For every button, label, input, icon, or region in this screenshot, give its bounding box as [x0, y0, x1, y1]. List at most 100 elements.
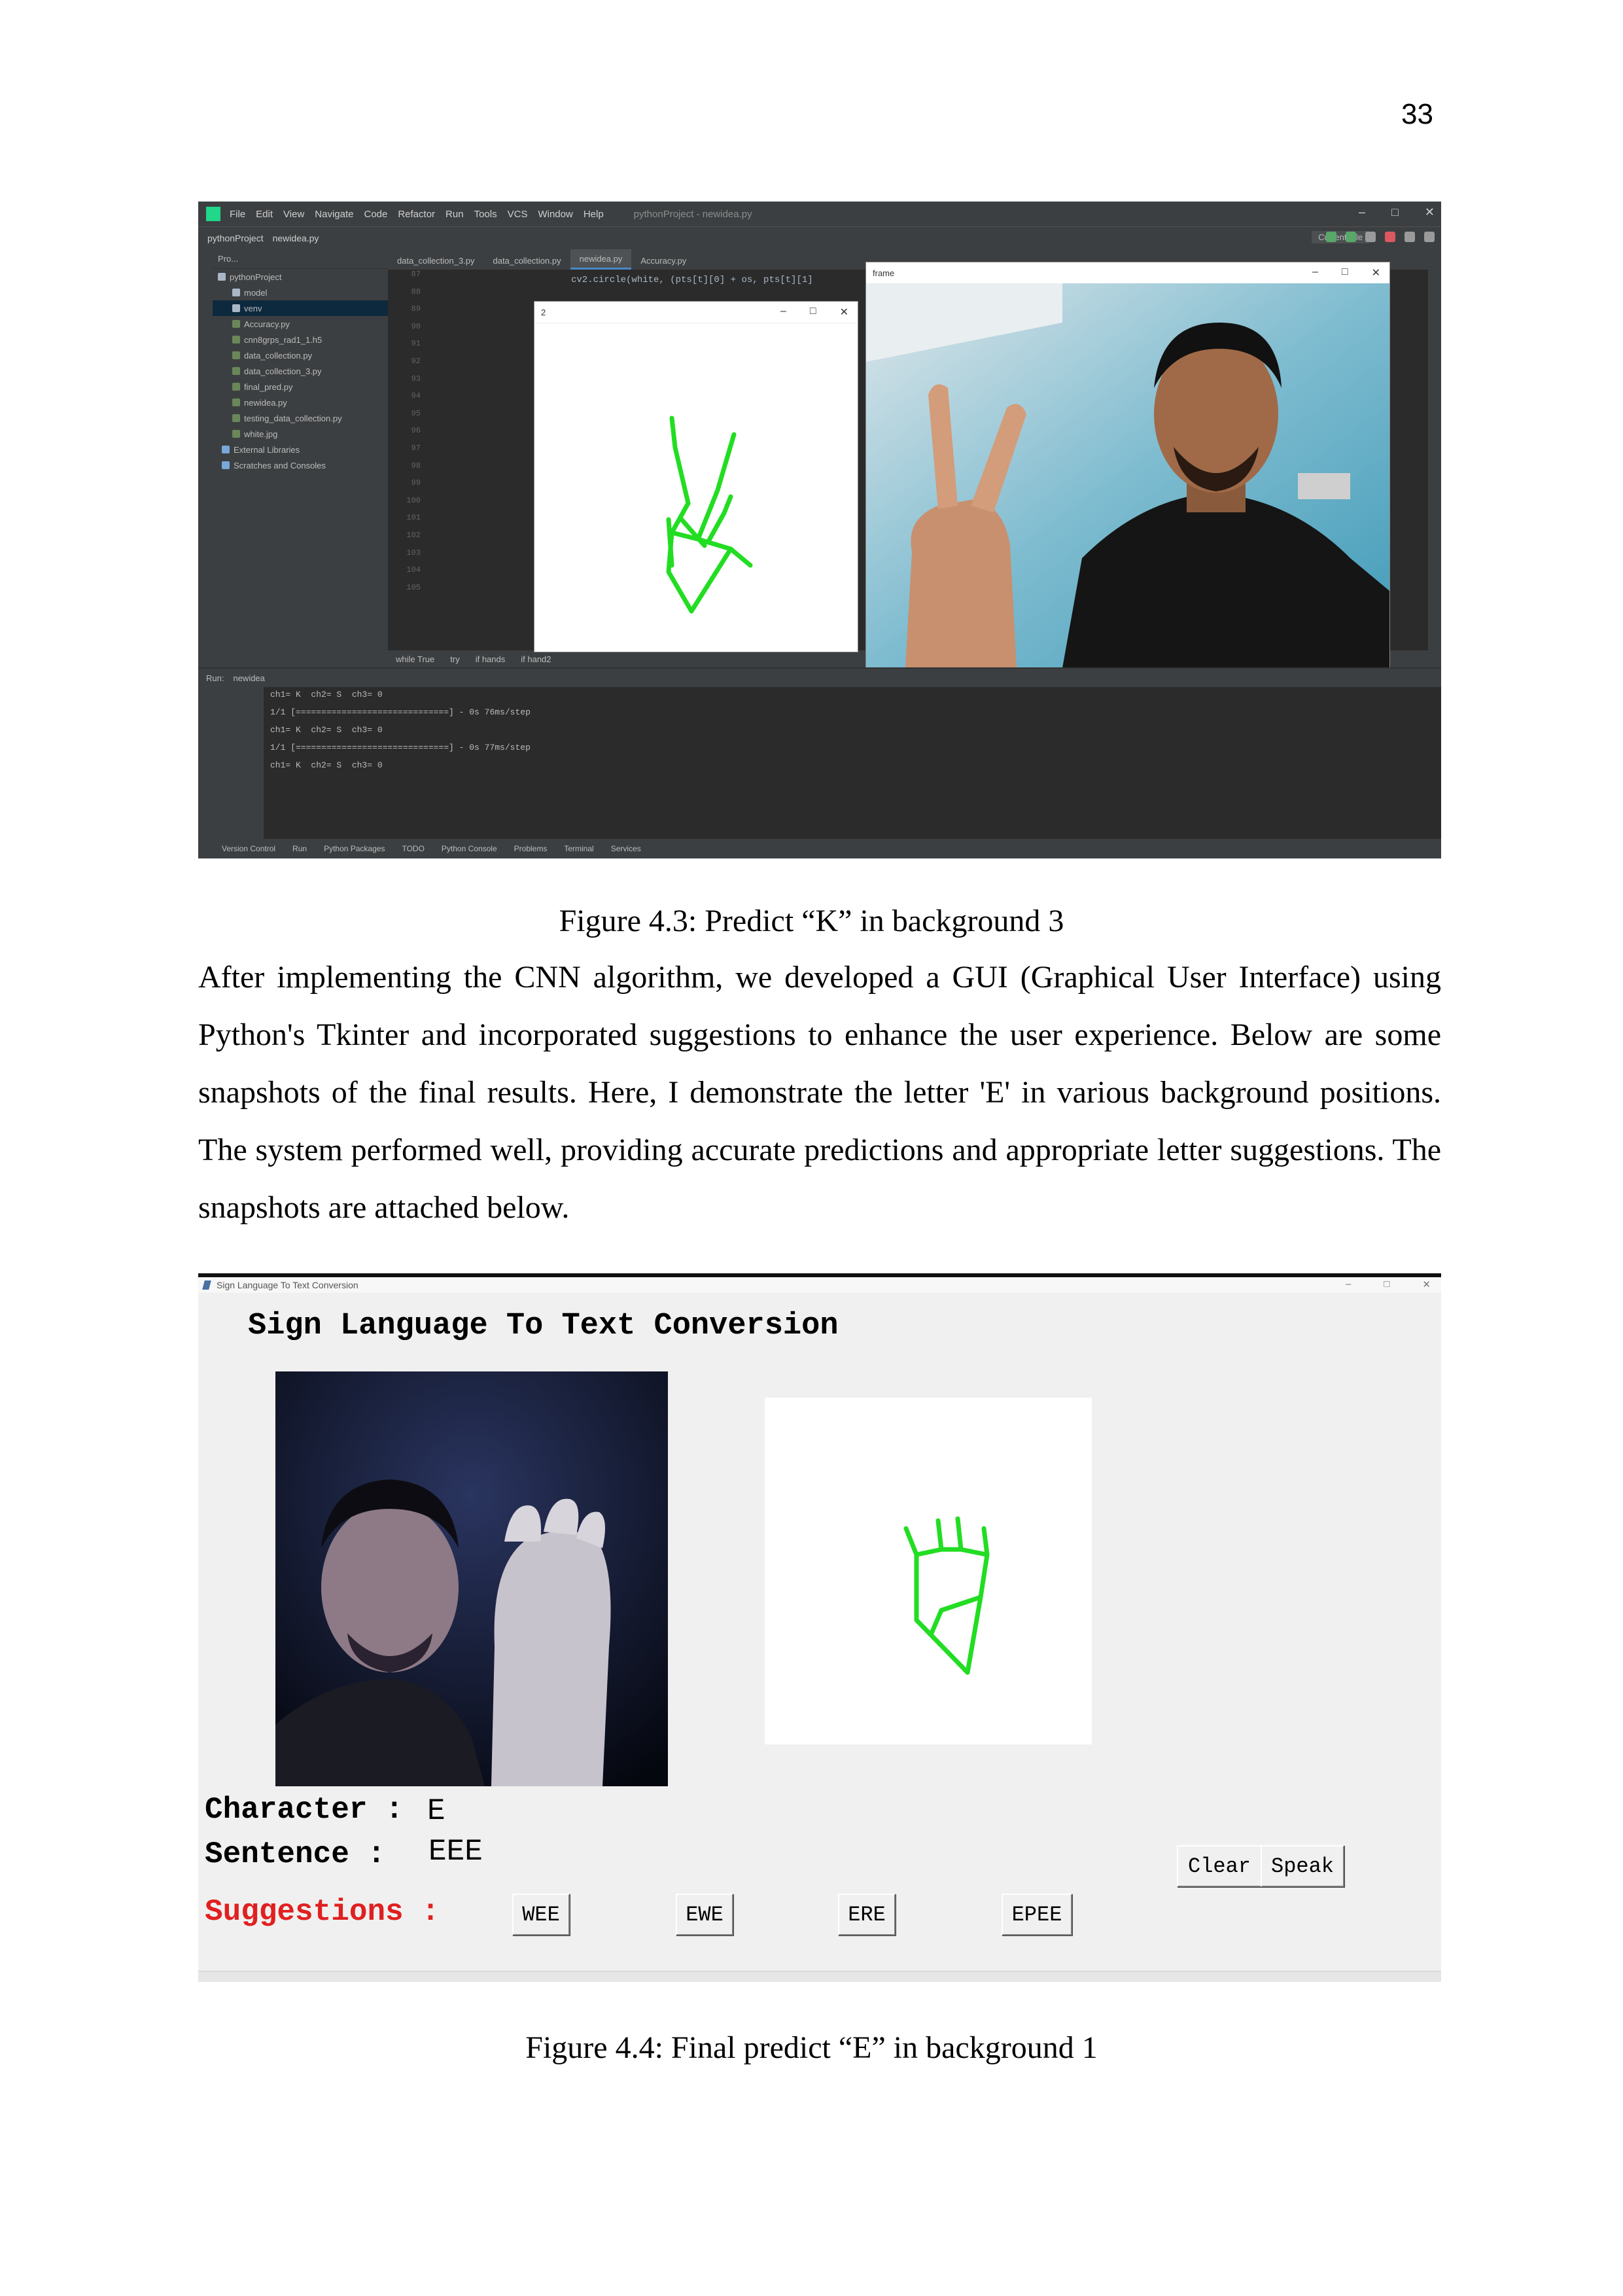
bottom-tool-tab[interactable]: TODO — [402, 844, 424, 853]
editor-tab[interactable]: newidea.py — [570, 249, 632, 270]
bottom-tool-tab[interactable]: Services — [611, 844, 641, 853]
menu-refactor[interactable]: Refactor — [398, 209, 435, 220]
python-file-icon — [232, 336, 240, 344]
project-tree: pythonProject model venv Accuracy.py cnn8grp… — [213, 269, 388, 473]
bottom-tool-tab[interactable]: Python Console — [442, 844, 497, 853]
editor-breadcrumb-item[interactable]: while True — [396, 654, 434, 664]
bottom-tool-tab[interactable]: Run — [292, 844, 307, 853]
run-output-line: ch1= K ch2= S ch3= 0 — [270, 725, 383, 735]
maximize-icon[interactable]: □ — [1391, 205, 1399, 219]
menu-vcs[interactable]: VCS — [508, 209, 528, 220]
editor-breadcrumb-item[interactable]: try — [450, 654, 459, 664]
menu-navigate[interactable]: Navigate — [315, 209, 353, 220]
python-file-icon — [232, 398, 240, 406]
code-line[interactable]: cv2.circle(white, (pts[t][0] + os, pts[t… — [571, 275, 813, 285]
python-file-icon — [232, 320, 240, 328]
maximize-icon[interactable]: □ — [1384, 1279, 1389, 1290]
stop-icon[interactable] — [1385, 232, 1395, 242]
menu-help[interactable]: Help — [584, 209, 604, 220]
bottom-tool-tab[interactable]: Version Control — [222, 844, 275, 853]
close-icon[interactable]: ✕ — [1425, 205, 1435, 219]
tree-item[interactable]: testing_data_collection.py — [213, 410, 388, 426]
menu-edit[interactable]: Edit — [256, 209, 273, 220]
breadcrumb-project[interactable]: pythonProject — [207, 233, 264, 243]
tree-item[interactable]: white.jpg — [213, 426, 388, 442]
project-panel-title[interactable]: Pro... — [218, 254, 238, 264]
maximize-icon[interactable]: □ — [810, 306, 816, 319]
bottom-tool-tab[interactable]: Python Packages — [324, 844, 385, 853]
tree-item[interactable]: venv — [213, 300, 388, 316]
menu-view[interactable]: View — [283, 209, 304, 220]
gui-bottom-bar — [198, 1971, 1441, 1982]
tree-item-label: data_collection.py — [244, 350, 313, 361]
tree-item-label: External Libraries — [234, 444, 300, 455]
tree-item[interactable]: Scratches and Consoles — [213, 457, 388, 473]
figure-4-4-caption: Figure 4.4: Final predict “E” in backgro… — [525, 2030, 1098, 2065]
run-tab-newidea[interactable]: newidea — [233, 673, 264, 683]
editor-tab[interactable]: data_collection.py — [484, 251, 570, 270]
menu-file[interactable]: File — [230, 209, 245, 220]
run-output-line: 1/1 [==============================] - 0… — [270, 743, 531, 752]
hand-skeleton-window: 2 – □ ✕ — [534, 301, 858, 652]
frame-window-title: frame — [873, 268, 895, 278]
line-number: 103 — [406, 548, 421, 557]
skeleton-bone — [689, 546, 753, 614]
suggestion-button-2[interactable]: EWE — [676, 1894, 733, 1935]
suggestion-button-4[interactable]: EPEE — [1002, 1894, 1072, 1935]
suggestion-button-1[interactable]: WEE — [512, 1894, 570, 1935]
close-icon[interactable]: ✕ — [1372, 266, 1380, 279]
tree-item[interactable]: pythonProject — [213, 269, 388, 285]
gui-window-title: Sign Language To Text Conversion — [217, 1280, 358, 1290]
editor-tab[interactable]: data_collection_3.py — [388, 251, 484, 270]
tree-item[interactable]: data_collection_3.py — [213, 363, 388, 379]
run-output-line: 1/1 [==============================] - 0… — [270, 707, 531, 717]
search-icon[interactable] — [1405, 232, 1415, 242]
tree-item[interactable]: model — [213, 285, 388, 300]
body-paragraph: After implementing the CNN algorithm, we… — [198, 960, 1441, 1225]
tree-item[interactable]: final_pred.py — [213, 379, 388, 395]
hand-skeleton-e-image — [765, 1398, 1092, 1744]
menu-tools[interactable]: Tools — [474, 209, 497, 220]
minimize-icon[interactable]: – — [1346, 1279, 1351, 1290]
suggestion-button-3[interactable]: ERE — [838, 1894, 896, 1935]
tree-item[interactable]: data_collection.py — [213, 347, 388, 363]
maximize-icon[interactable]: □ — [1342, 266, 1348, 279]
run-icon[interactable] — [1326, 232, 1336, 242]
tree-item[interactable]: Accuracy.py — [213, 316, 388, 332]
tree-item[interactable]: newidea.py — [213, 395, 388, 410]
minimize-icon[interactable]: – — [1359, 205, 1365, 219]
editor-tab[interactable]: Accuracy.py — [631, 251, 695, 270]
line-number: 98 — [411, 461, 421, 470]
coverage-icon[interactable] — [1365, 232, 1376, 242]
editor-breadcrumb-item[interactable]: if hand2 — [521, 654, 551, 664]
tree-item[interactable]: External Libraries — [213, 442, 388, 457]
ide-window-controls: – □ ✕ — [1359, 205, 1435, 219]
skeleton-bone — [939, 1595, 983, 1613]
folder-icon — [232, 304, 240, 312]
line-number: 92 — [411, 356, 421, 366]
bottom-tool-tab[interactable]: Terminal — [564, 844, 593, 853]
debug-icon[interactable] — [1346, 232, 1356, 242]
close-icon[interactable]: ✕ — [1422, 1279, 1431, 1290]
editor-breadcrumb-item[interactable]: if hands — [476, 654, 506, 664]
close-icon[interactable]: ✕ — [840, 306, 848, 319]
tree-item[interactable]: cnn8grps_rad1_1.h5 — [213, 332, 388, 347]
menu-code[interactable]: Code — [364, 209, 387, 220]
line-number: 102 — [406, 530, 421, 540]
menu-window[interactable]: Window — [538, 209, 572, 220]
minimize-icon[interactable]: – — [1312, 266, 1318, 279]
clear-button[interactable]: Clear — [1177, 1845, 1262, 1887]
tree-item-label: newidea.py — [244, 397, 287, 408]
suggestions-label: Suggestions : — [205, 1895, 440, 1929]
run-panel-icons — [198, 687, 264, 840]
tkinter-gui-screenshot: Sign Language To Text Conversion – □ ✕ Sig… — [198, 1273, 1441, 1982]
menu-run[interactable]: Run — [445, 209, 464, 220]
minimize-icon[interactable]: – — [780, 306, 786, 319]
gear-icon[interactable] — [1424, 232, 1435, 242]
ide-navbar: pythonProject newidea.py Current File — [198, 226, 1441, 249]
python-file-icon — [232, 351, 240, 359]
speak-button[interactable]: Speak — [1261, 1845, 1344, 1887]
tree-item-label: Scratches and Consoles — [234, 460, 326, 470]
bottom-tool-tab[interactable]: Problems — [514, 844, 548, 853]
breadcrumb-file[interactable]: newidea.py — [273, 233, 319, 243]
